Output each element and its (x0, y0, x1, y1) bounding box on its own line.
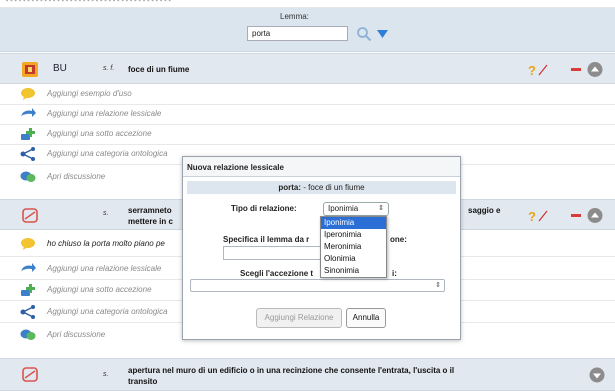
add-subsense-icon (21, 284, 35, 296)
relation-type-options: Iponimia Iperonimia Meronimia Olonimia S… (320, 216, 387, 278)
target-lemma-input[interactable] (223, 246, 324, 260)
action-label: Apri discussione (47, 172, 106, 181)
example-text: ho chiuso la porta molto piano pe (47, 239, 165, 248)
action-label: Aggiungi una sotto accezione (47, 285, 152, 294)
add-relation-button[interactable]: Aggiungi Relazione (256, 308, 342, 328)
usage-example: ho chiuso la porta molto piano pe (20, 234, 200, 254)
dialog-title: Nuova relazione lessicale (187, 163, 284, 172)
action-add-subsense[interactable]: Aggiungi una sotto accezione (20, 124, 200, 144)
remove-icon[interactable] (571, 68, 581, 71)
entry-header-3: s. apertura nel muro di un edificio o in… (0, 358, 615, 391)
relation-type-label: Tipo di relazione: (231, 204, 297, 213)
edit-icon[interactable] (538, 210, 548, 222)
action-add-subsense[interactable]: Aggiungi una sotto accezione (20, 280, 200, 300)
action-label: Aggiungi una categoria ontologica (47, 149, 168, 158)
top-bar: - - - - - - - - - - - - - - - - - - - - … (0, 0, 615, 8)
speech-bubble-icon (21, 238, 35, 250)
collapse-icon[interactable] (587, 62, 603, 77)
action-open-discussion[interactable]: Apri discussione (20, 325, 200, 345)
lemma-target-label: Specifica il lemma da r (223, 235, 310, 244)
help-icon[interactable]: ? (528, 63, 536, 78)
relation-type-value: Iponimia (328, 204, 359, 213)
relation-type-select[interactable]: Iponimia ⇕ (323, 202, 389, 216)
relation-icon (21, 263, 36, 272)
entry-header-1: BU s. f. foce di un fiume ? (0, 53, 615, 84)
svg-text:?: ? (528, 209, 536, 224)
select-arrows-icon: ⇕ (378, 205, 384, 212)
sense-target-label-tail: i: (392, 269, 397, 278)
search-icon[interactable] (356, 26, 372, 42)
sense-badge-icon (22, 367, 38, 382)
action-add-relation[interactable]: Aggiungi una relazione lessicale (20, 259, 200, 279)
remove-icon[interactable] (571, 214, 581, 217)
edit-icon[interactable] (538, 64, 548, 76)
ontology-icon (20, 147, 35, 161)
entry-pos: s. (103, 210, 109, 217)
select-arrows-icon: ⇕ (435, 282, 441, 289)
help-icon[interactable]: ? (528, 209, 536, 224)
lemma-target-label-tail: one: (390, 235, 407, 244)
action-open-discussion[interactable]: Apri discussione (20, 167, 200, 187)
top-bar-text: - - - - - - - - - - - - - - - - - - - - … (6, 0, 171, 5)
entry-code: BU (53, 63, 67, 74)
action-label: Aggiungi una sotto accezione (47, 129, 152, 138)
sense-word: porta: (278, 183, 302, 192)
sense-badge-icon (22, 208, 38, 223)
add-subsense-icon (21, 128, 35, 140)
target-sense-select[interactable]: ⇕ (190, 279, 445, 292)
option-iponimia[interactable]: Iponimia (321, 217, 386, 229)
entry-definition-line2: mettere in c (128, 217, 173, 226)
collapse-icon[interactable] (587, 208, 603, 223)
collapse-icon[interactable] (589, 367, 605, 383)
entry-definition-line2: transito (128, 377, 158, 386)
discussion-icon (20, 171, 36, 182)
action-label: Apri discussione (47, 330, 106, 339)
dialog-title-bar: Nuova relazione lessicale (183, 157, 460, 177)
lemma-input[interactable] (247, 26, 348, 41)
action-label: Aggiungi una categoria ontologica (47, 307, 168, 316)
entry-pos: s. (103, 371, 109, 378)
option-olonimia[interactable]: Olonimia (321, 253, 386, 265)
option-sinonimia[interactable]: Sinonimia (321, 265, 386, 277)
action-label: Aggiungi una relazione lessicale (47, 109, 162, 118)
cancel-button[interactable]: Annulla (346, 308, 386, 328)
ontology-icon (20, 305, 35, 319)
entry-tools: ? (528, 208, 603, 224)
sense-target-label: Scegli l'accezione t (240, 269, 314, 278)
action-add-ontology[interactable]: Aggiungi una categoria ontologica (20, 144, 200, 164)
relation-icon (21, 108, 36, 117)
discussion-icon (20, 329, 36, 340)
option-iperonimia[interactable]: Iperonimia (321, 229, 386, 241)
action-label: Aggiungi una relazione lessicale (47, 264, 162, 273)
entry-tools: ? (528, 62, 603, 78)
action-label: Aggiungi esempio d'uso (47, 89, 132, 98)
sense-definition: - foce di un fiume (301, 183, 365, 192)
action-add-example[interactable]: Aggiungi esempio d'uso (20, 84, 200, 104)
svg-text:?: ? (528, 63, 536, 78)
flag-badge-icon (22, 62, 38, 77)
entry-pos: s. f. (103, 65, 115, 72)
action-add-ontology[interactable]: Aggiungi una categoria ontologica (20, 302, 200, 322)
entry-definition-line1: serramneto (128, 206, 172, 215)
dropdown-arrow-icon[interactable] (377, 29, 388, 39)
option-meronimia[interactable]: Meronimia (321, 241, 386, 253)
entry-definition-line1: apertura nel muro di un edificio o in un… (128, 366, 455, 375)
entry-definition: foce di un fiume (128, 65, 190, 74)
lemma-search-bar: Lemma: (0, 8, 615, 52)
speech-bubble-icon (21, 88, 35, 100)
lemma-label: Lemma: (280, 12, 309, 21)
action-add-relation[interactable]: Aggiungi una relazione lessicale (20, 104, 200, 124)
dialog-sense-summary: porta: - foce di un fiume (187, 181, 456, 194)
entry-definition-right: saggio e (468, 206, 501, 215)
